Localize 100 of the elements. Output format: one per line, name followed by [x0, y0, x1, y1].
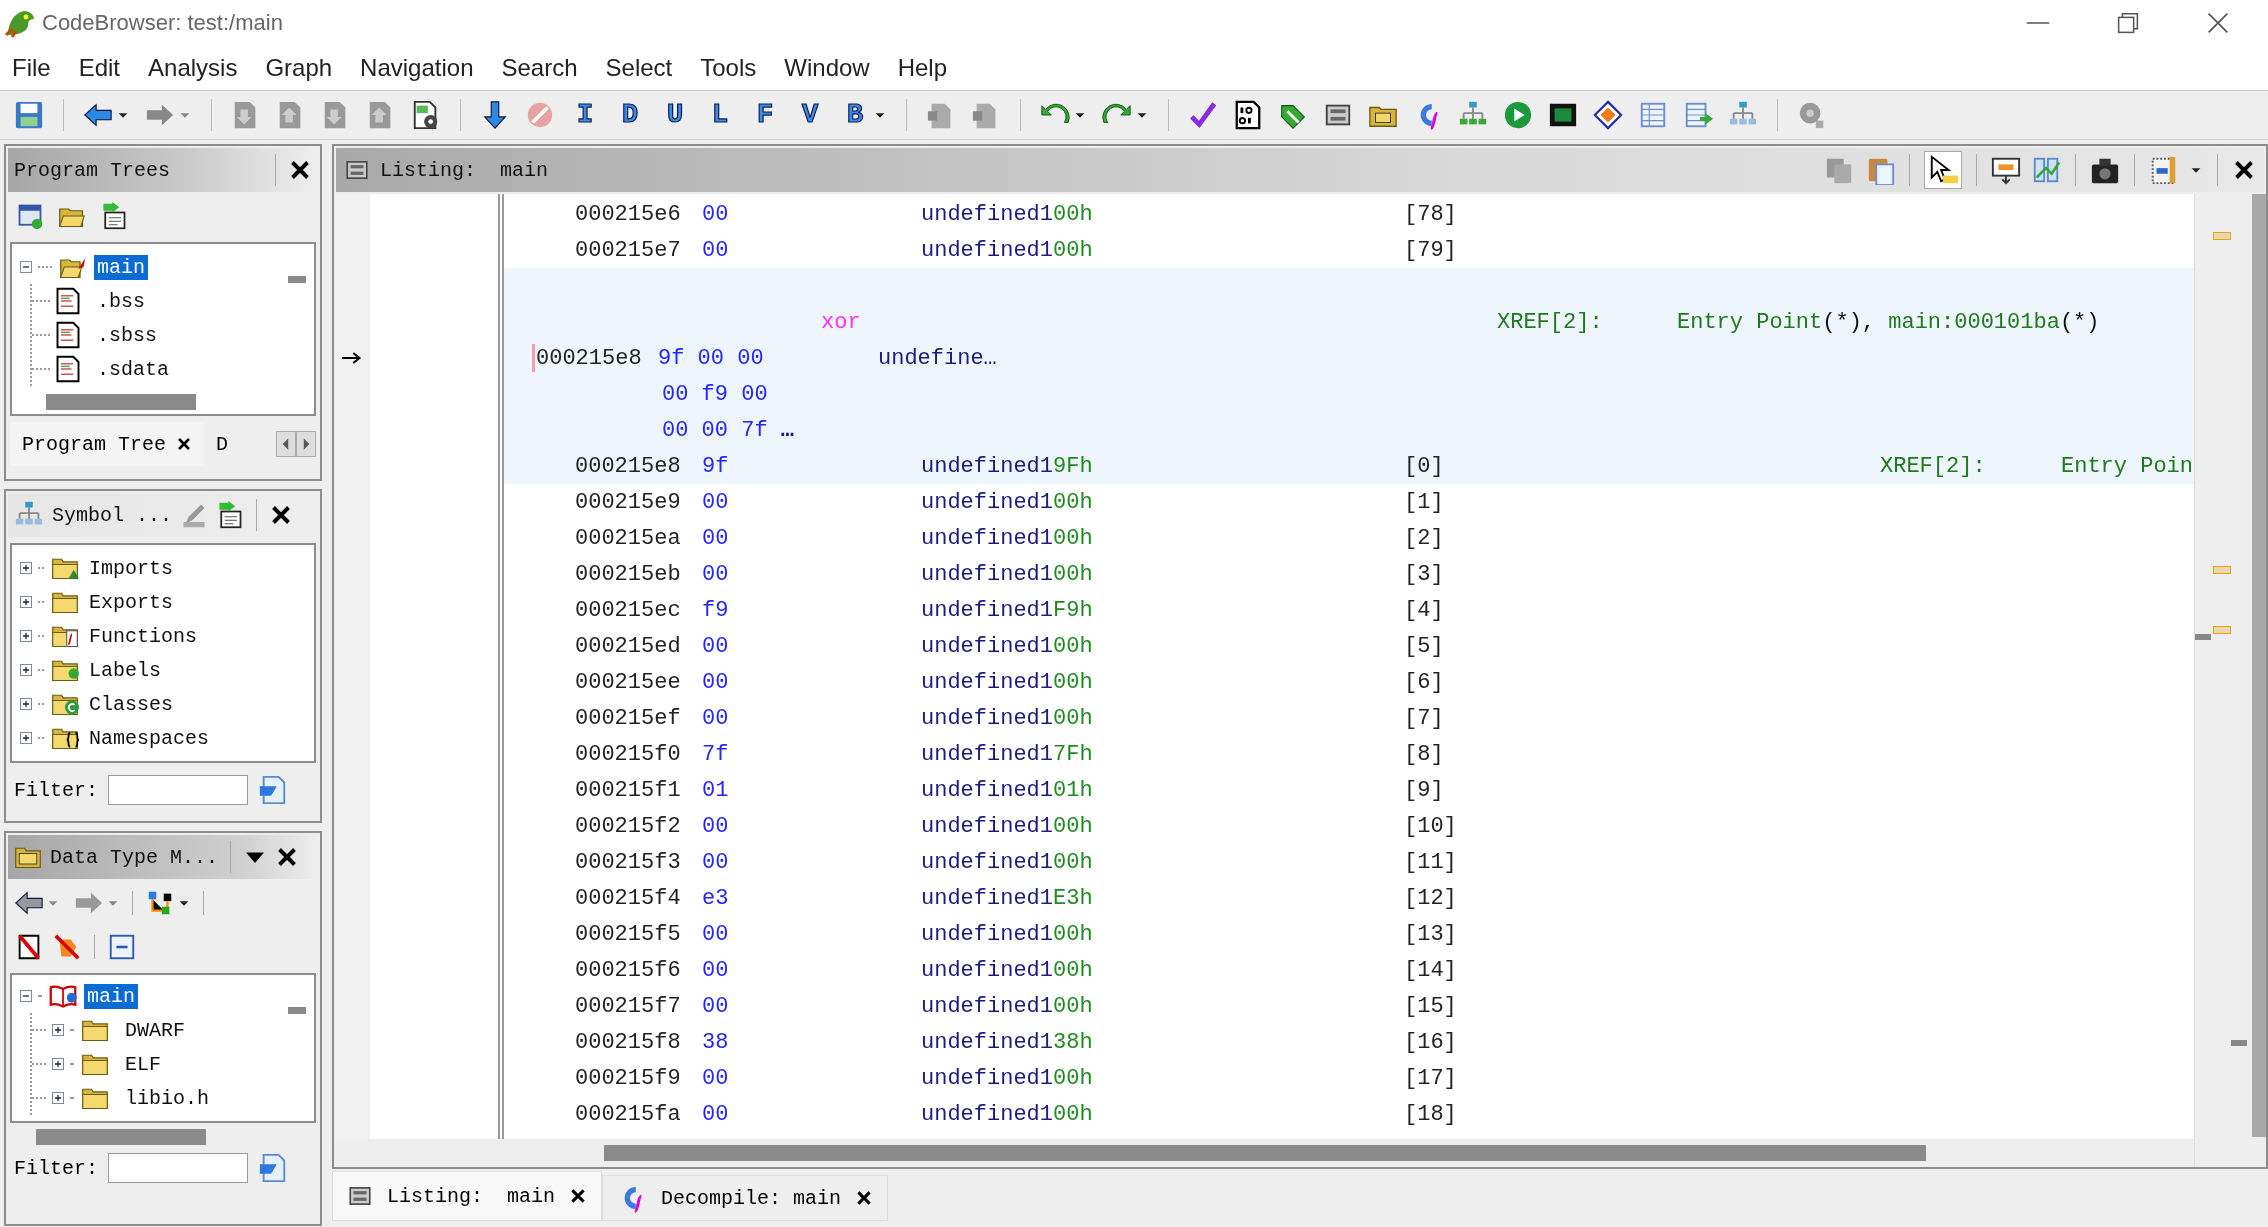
- tree-item[interactable]: Functions: [86, 623, 201, 649]
- expand-icon[interactable]: [18, 560, 34, 576]
- menu-item[interactable]: Select: [605, 53, 673, 82]
- window-tab[interactable]: Listing: main: [332, 1171, 603, 1221]
- menu-item[interactable]: Help: [897, 53, 947, 82]
- bookmark-marker[interactable]: [2213, 626, 2231, 634]
- operand: 00h: [1053, 525, 1093, 551]
- menu-item[interactable]: Window: [784, 53, 870, 82]
- array-index: [6]: [1404, 669, 1444, 695]
- collapse-icon[interactable]: [18, 259, 34, 275]
- byte-value: 9f 00 00: [658, 345, 764, 371]
- bookmark-marker[interactable]: [2213, 566, 2231, 574]
- overview-marker: [2231, 1040, 2247, 1046]
- collapse-all-icon[interactable]: [107, 932, 137, 962]
- tree-item[interactable]: ELF: [122, 1051, 164, 1077]
- panel-tab[interactable]: D: [204, 422, 241, 466]
- table-icon[interactable]: [1638, 100, 1668, 130]
- collapse-icon[interactable]: [18, 988, 34, 1004]
- window-tab[interactable]: Decompile: main: [602, 1175, 889, 1221]
- expand-icon[interactable]: [18, 696, 34, 712]
- toolbar-button[interactable]: B: [840, 100, 870, 130]
- cursor-icon[interactable]: [1928, 155, 1958, 185]
- tree-item[interactable]: Imports: [86, 555, 176, 581]
- table-arrow-icon[interactable]: [1683, 100, 1713, 130]
- scrollbar-thumb[interactable]: [36, 1129, 206, 1145]
- menu-item[interactable]: Graph: [265, 53, 333, 82]
- tree-item[interactable]: DWARF: [122, 1017, 188, 1043]
- binary-file-icon[interactable]: [1233, 100, 1263, 130]
- array-index: [7]: [1404, 705, 1444, 731]
- tree-item[interactable]: Exports: [86, 589, 176, 615]
- byte-value: 7f: [702, 741, 729, 767]
- menu-item[interactable]: File: [12, 53, 51, 82]
- address: 000215f0: [575, 741, 681, 767]
- scrollbar-thumb[interactable]: [46, 394, 196, 410]
- scrollbar-thumb[interactable]: [604, 1145, 1926, 1161]
- data-type: undefined1: [921, 1029, 1054, 1055]
- address: 000215f4: [575, 885, 681, 911]
- tree-item[interactable]: main: [84, 983, 138, 1009]
- bookmark-marker[interactable]: [2213, 232, 2231, 240]
- operand: 00h: [1053, 993, 1093, 1019]
- menu-item[interactable]: Tools: [700, 53, 757, 82]
- tree-item[interactable]: libio.h: [122, 1085, 212, 1111]
- diff-icon[interactable]: [2031, 155, 2061, 185]
- down-arrow-icon[interactable]: [480, 100, 510, 130]
- checkmark-icon[interactable]: [1188, 100, 1218, 130]
- expand-icon[interactable]: [18, 730, 34, 746]
- scrollbar-thumb[interactable]: [288, 1007, 306, 1014]
- tree-item[interactable]: Classes: [86, 691, 176, 717]
- toolbar-button[interactable]: I: [570, 100, 600, 130]
- byte-value: 00: [702, 669, 729, 695]
- expand-icon[interactable]: [18, 594, 34, 610]
- data-type: undefined1: [921, 561, 1054, 587]
- back-arrow-icon[interactable]: [14, 888, 44, 918]
- tree-item[interactable]: main: [94, 254, 148, 280]
- scroll-left-icon[interactable]: [276, 431, 296, 457]
- toolbar-button[interactable]: F: [750, 100, 780, 130]
- byte-value: 38: [702, 1029, 729, 1055]
- close-icon[interactable]: [569, 1187, 588, 1205]
- expand-icon[interactable]: [50, 1022, 66, 1038]
- tree-item[interactable]: Namespaces: [86, 725, 213, 751]
- add-tree-icon[interactable]: [16, 202, 44, 230]
- play-icon[interactable]: [1503, 100, 1533, 130]
- expand-icon[interactable]: [50, 1056, 66, 1072]
- tree-item[interactable]: .sbss: [94, 322, 160, 348]
- xref-target: Entry Poin: [2061, 453, 2194, 479]
- filter-field[interactable]: [108, 775, 248, 805]
- address: 000215f2: [575, 813, 681, 839]
- xref-target: main:000101ba: [1888, 310, 2060, 335]
- tree-item[interactable]: .sdata: [94, 356, 172, 382]
- close-icon[interactable]: [176, 436, 193, 452]
- expand-icon[interactable]: [50, 1090, 66, 1106]
- byte-value: 00: [702, 813, 729, 839]
- filter-options-icon[interactable]: [258, 775, 288, 805]
- operand: 01h: [1053, 777, 1093, 803]
- filter-options-icon[interactable]: [258, 1153, 288, 1183]
- save-icon[interactable]: [14, 100, 44, 130]
- diamond-icon[interactable]: [1593, 100, 1623, 130]
- array-index: [9]: [1404, 777, 1444, 803]
- panel-tab[interactable]: Program Tree: [10, 422, 205, 466]
- array-index: [10]: [1404, 813, 1457, 839]
- document-icon: [54, 287, 82, 315]
- operand: 00h: [1053, 669, 1093, 695]
- filter-field[interactable]: [108, 1153, 248, 1183]
- tree-item[interactable]: .bss: [94, 288, 148, 314]
- hand-off-icon[interactable]: [52, 932, 82, 962]
- scroll-right-icon[interactable]: [296, 431, 316, 457]
- insert-row-icon[interactable]: [1991, 155, 2021, 185]
- tree-item[interactable]: Labels: [86, 657, 164, 683]
- expand-icon[interactable]: [18, 628, 34, 644]
- panel-title: Listing: main: [380, 158, 550, 182]
- expand-icon[interactable]: [18, 662, 34, 678]
- menu-item[interactable]: Search: [501, 53, 578, 82]
- scrollbar-thumb[interactable]: [288, 276, 306, 283]
- address: 000215f1: [575, 777, 681, 803]
- back-arrow-icon[interactable]: [83, 100, 113, 130]
- menu-item[interactable]: Navigation: [360, 53, 474, 82]
- menu-item[interactable]: Edit: [78, 53, 121, 82]
- close-icon[interactable]: [855, 1189, 874, 1207]
- menu-item[interactable]: Analysis: [148, 53, 238, 82]
- scrollbar-thumb[interactable]: [2252, 194, 2266, 1137]
